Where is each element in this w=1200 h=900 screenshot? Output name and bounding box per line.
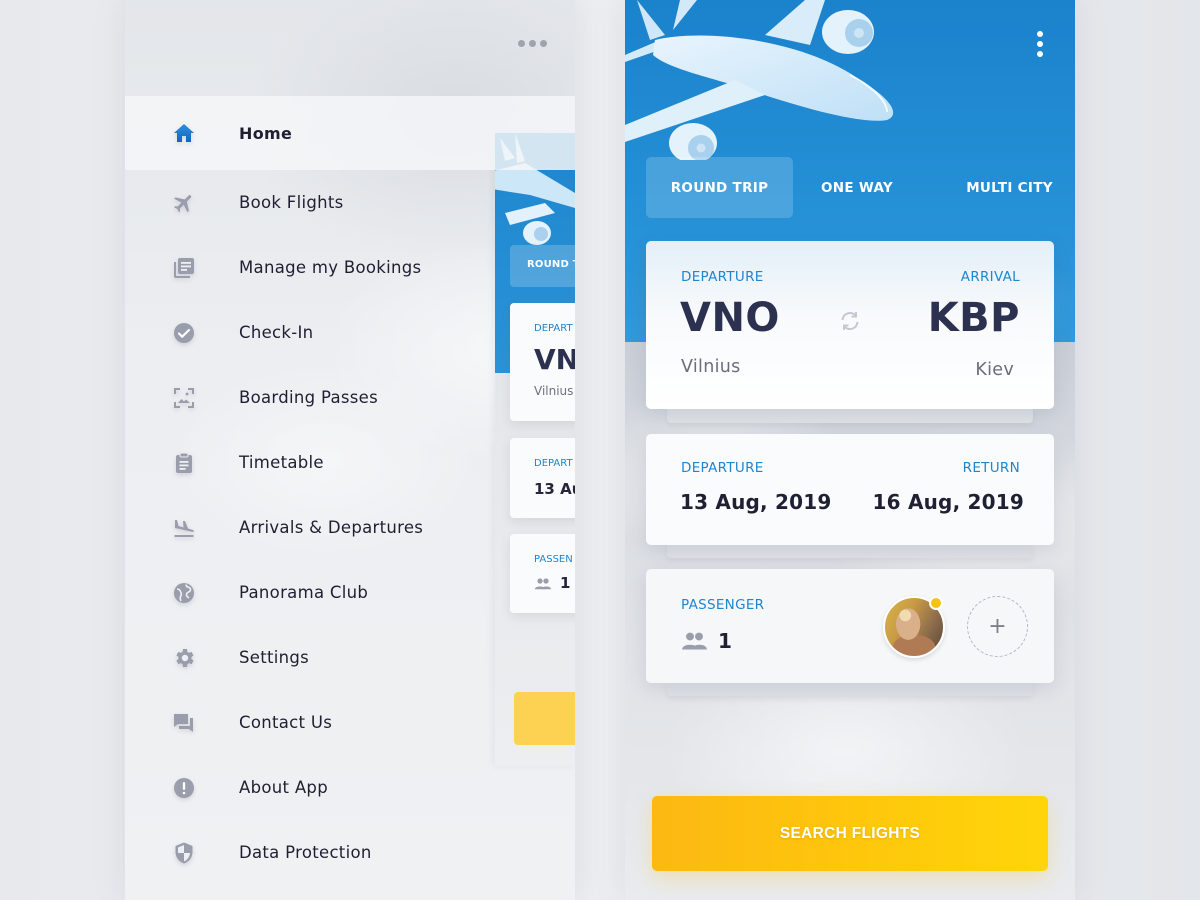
alert-circle-icon [171,775,197,801]
menu-item-home[interactable]: Home [125,96,575,170]
status-dot [929,596,943,610]
return-date[interactable]: 16 Aug, 2019 [873,490,1024,514]
dates-card-stack: DEPARTURE RETURN 13 Aug, 2019 16 Aug, 20… [646,434,1054,558]
menu-item-manage-bookings[interactable]: Manage my Bookings [125,235,575,300]
search-flights-button[interactable]: SEARCH FLIGHTS [652,796,1048,871]
more-horizontal-icon[interactable] [518,40,547,47]
menu-item-label: Book Flights [239,193,344,212]
dates-card[interactable]: DEPARTURE RETURN 13 Aug, 2019 16 Aug, 20… [646,434,1054,545]
route-card-stack: DEPARTURE ARRIVAL VNO KBP Vilnius Kiev [646,241,1054,426]
swap-icon[interactable] [838,309,862,333]
gear-icon [171,645,197,671]
arrival-city: Kiev [975,360,1014,380]
menu-item-label: Arrivals & Departures [239,518,424,537]
menu-item-timetable[interactable]: Timetable [125,430,575,495]
menu-item-label: Contact Us [239,713,333,732]
booking-screen: ROUND TRIP ONE WAY MULTI CITY DEPARTURE … [625,0,1075,900]
menu-list: Home Book Flights Manage my Bookings Che… [125,96,575,885]
route-card[interactable]: DEPARTURE ARRIVAL VNO KBP Vilnius Kiev [646,241,1054,409]
menu-item-arrivals-departures[interactable]: Arrivals & Departures [125,495,575,560]
chat-bubbles-icon [171,710,197,736]
clipboard-icon [171,450,197,476]
globe-icon [171,580,197,606]
menu-item-boarding-passes[interactable]: Boarding Passes [125,365,575,430]
card-shadow-layer [667,407,1033,423]
airplane-icon [171,190,197,216]
menu-item-label: About App [239,778,328,797]
people-icon [682,632,707,650]
check-circle-icon [171,320,197,346]
add-passenger-button[interactable]: + [967,596,1028,657]
departure-date-label: DEPARTURE [681,460,764,476]
menu-item-check-in[interactable]: Check-In [125,300,575,365]
departure-airport-code[interactable]: VNO [680,295,780,341]
menu-item-label: Check-In [239,323,314,342]
menu-item-panorama-club[interactable]: Panorama Club [125,560,575,625]
menu-item-label: Boarding Passes [239,388,379,407]
departure-city: Vilnius [681,357,741,377]
side-menu-screen: ROUND T DEPART VN Vilnius DEPART 13 Au P… [125,0,575,900]
menu-item-label: Manage my Bookings [239,258,422,277]
arrival-label: ARRIVAL [960,269,1020,285]
arrival-airport-code[interactable]: KBP [928,295,1020,341]
return-date-label: RETURN [962,460,1020,476]
menu-item-label: Panorama Club [239,583,369,602]
menu-item-data-protection[interactable]: Data Protection [125,820,575,885]
library-books-icon [171,255,197,281]
menu-item-label: Data Protection [239,843,372,862]
tab-one-way[interactable]: ONE WAY [806,157,908,218]
passenger-count: 1 [718,629,733,653]
tab-multi-city[interactable]: MULTI CITY [936,157,1075,218]
menu-item-book-flights[interactable]: Book Flights [125,170,575,235]
home-icon [171,120,197,146]
more-vertical-icon[interactable] [1037,31,1043,57]
menu-item-label: Home [239,123,293,143]
departure-label: DEPARTURE [681,269,764,285]
passenger-card-stack: PASSENGER 1 + [646,569,1054,696]
passenger-label: PASSENGER [681,597,765,613]
menu-item-about-app[interactable]: About App [125,755,575,820]
trip-type-tabs: ROUND TRIP ONE WAY MULTI CITY [646,157,1061,218]
image-frame-icon [171,385,197,411]
passenger-card: PASSENGER 1 + [646,569,1054,683]
departure-date[interactable]: 13 Aug, 2019 [680,490,831,514]
tab-round-trip[interactable]: ROUND TRIP [646,157,793,218]
flight-land-icon [171,515,197,541]
shield-icon [171,840,197,866]
menu-item-settings[interactable]: Settings [125,625,575,690]
menu-item-contact-us[interactable]: Contact Us [125,690,575,755]
menu-item-label: Settings [239,648,310,667]
airplane-hero-image [625,0,894,160]
menu-item-label: Timetable [239,453,324,472]
